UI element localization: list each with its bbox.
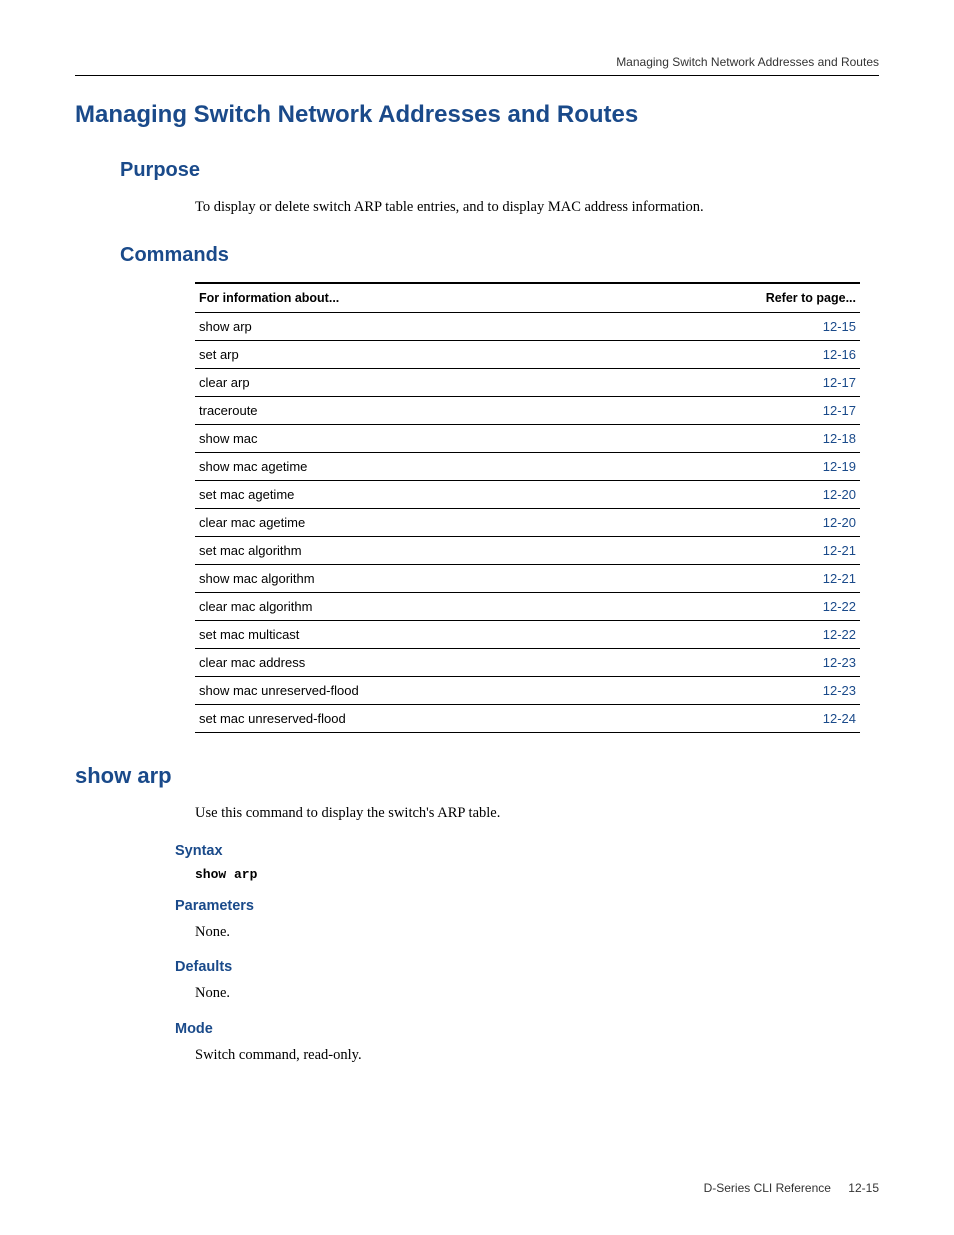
page-reference-link[interactable]: 12-21	[823, 543, 856, 558]
table-row: set mac multicast 12-22	[195, 620, 860, 648]
table-row: show mac agetime 12-19	[195, 452, 860, 480]
table-row: show mac unreserved-flood 12-23	[195, 676, 860, 704]
page-reference-link[interactable]: 12-20	[823, 487, 856, 502]
commands-table: For information about... Refer to page..…	[195, 282, 860, 733]
command-name-cell: set arp	[195, 340, 614, 368]
syntax-code: show arp	[195, 867, 879, 882]
command-page-cell: 12-17	[614, 368, 860, 396]
table-row: clear mac algorithm 12-22	[195, 592, 860, 620]
table-row: traceroute 12-17	[195, 396, 860, 424]
purpose-heading: Purpose	[120, 159, 879, 182]
page-reference-link[interactable]: 12-15	[823, 319, 856, 334]
show-arp-heading: show arp	[75, 763, 879, 789]
commands-heading: Commands	[120, 244, 879, 267]
page-reference-link[interactable]: 12-20	[823, 515, 856, 530]
command-name-cell: set mac algorithm	[195, 536, 614, 564]
page-reference-link[interactable]: 12-17	[823, 403, 856, 418]
page-title: Managing Switch Network Addresses and Ro…	[75, 101, 879, 129]
command-name-cell: show mac agetime	[195, 452, 614, 480]
mode-heading: Mode	[175, 1021, 879, 1037]
syntax-heading: Syntax	[175, 843, 879, 859]
command-page-cell: 12-16	[614, 340, 860, 368]
command-page-cell: 12-24	[614, 704, 860, 732]
page-reference-link[interactable]: 12-16	[823, 347, 856, 362]
command-page-cell: 12-18	[614, 424, 860, 452]
table-header-info: For information about...	[195, 283, 614, 313]
page-reference-link[interactable]: 12-22	[823, 599, 856, 614]
page-footer: D-Series CLI Reference 12-15	[704, 1181, 879, 1195]
page-header: Managing Switch Network Addresses and Ro…	[75, 55, 879, 76]
page-reference-link[interactable]: 12-23	[823, 683, 856, 698]
table-row: show mac 12-18	[195, 424, 860, 452]
table-row: clear mac address 12-23	[195, 648, 860, 676]
command-name-cell: show arp	[195, 312, 614, 340]
table-row: set mac algorithm 12-21	[195, 536, 860, 564]
running-title: Managing Switch Network Addresses and Ro…	[616, 55, 879, 69]
command-name-cell: set mac multicast	[195, 620, 614, 648]
command-page-cell: 12-19	[614, 452, 860, 480]
command-name-cell: show mac unreserved-flood	[195, 676, 614, 704]
footer-page: 12-15	[848, 1181, 879, 1195]
page-reference-link[interactable]: 12-22	[823, 627, 856, 642]
command-name-cell: traceroute	[195, 396, 614, 424]
table-row: set arp 12-16	[195, 340, 860, 368]
command-name-cell: clear arp	[195, 368, 614, 396]
command-name-cell: clear mac agetime	[195, 508, 614, 536]
footer-doc: D-Series CLI Reference	[704, 1181, 831, 1195]
command-page-cell: 12-23	[614, 676, 860, 704]
show-arp-description: Use this command to display the switch's…	[195, 803, 879, 825]
table-row: clear mac agetime 12-20	[195, 508, 860, 536]
defaults-text: None.	[195, 983, 879, 1005]
command-page-cell: 12-22	[614, 592, 860, 620]
command-page-cell: 12-20	[614, 480, 860, 508]
command-page-cell: 12-15	[614, 312, 860, 340]
page-reference-link[interactable]: 12-17	[823, 375, 856, 390]
command-name-cell: clear mac address	[195, 648, 614, 676]
command-page-cell: 12-23	[614, 648, 860, 676]
table-row: clear arp 12-17	[195, 368, 860, 396]
command-name-cell: clear mac algorithm	[195, 592, 614, 620]
command-page-cell: 12-20	[614, 508, 860, 536]
page-reference-link[interactable]: 12-19	[823, 459, 856, 474]
table-row: set mac agetime 12-20	[195, 480, 860, 508]
page-reference-link[interactable]: 12-18	[823, 431, 856, 446]
command-page-cell: 12-21	[614, 536, 860, 564]
defaults-heading: Defaults	[175, 959, 879, 975]
command-name-cell: set mac agetime	[195, 480, 614, 508]
command-name-cell: show mac algorithm	[195, 564, 614, 592]
table-header-page: Refer to page...	[614, 283, 860, 313]
parameters-heading: Parameters	[175, 898, 879, 914]
page-reference-link[interactable]: 12-24	[823, 711, 856, 726]
table-row: show mac algorithm 12-21	[195, 564, 860, 592]
command-name-cell: show mac	[195, 424, 614, 452]
page-reference-link[interactable]: 12-21	[823, 571, 856, 586]
mode-text: Switch command, read-only.	[195, 1045, 879, 1067]
purpose-text: To display or delete switch ARP table en…	[195, 197, 879, 219]
table-row: set mac unreserved-flood 12-24	[195, 704, 860, 732]
command-page-cell: 12-22	[614, 620, 860, 648]
table-row: show arp 12-15	[195, 312, 860, 340]
command-name-cell: set mac unreserved-flood	[195, 704, 614, 732]
page-reference-link[interactable]: 12-23	[823, 655, 856, 670]
parameters-text: None.	[195, 922, 879, 944]
command-page-cell: 12-17	[614, 396, 860, 424]
command-page-cell: 12-21	[614, 564, 860, 592]
